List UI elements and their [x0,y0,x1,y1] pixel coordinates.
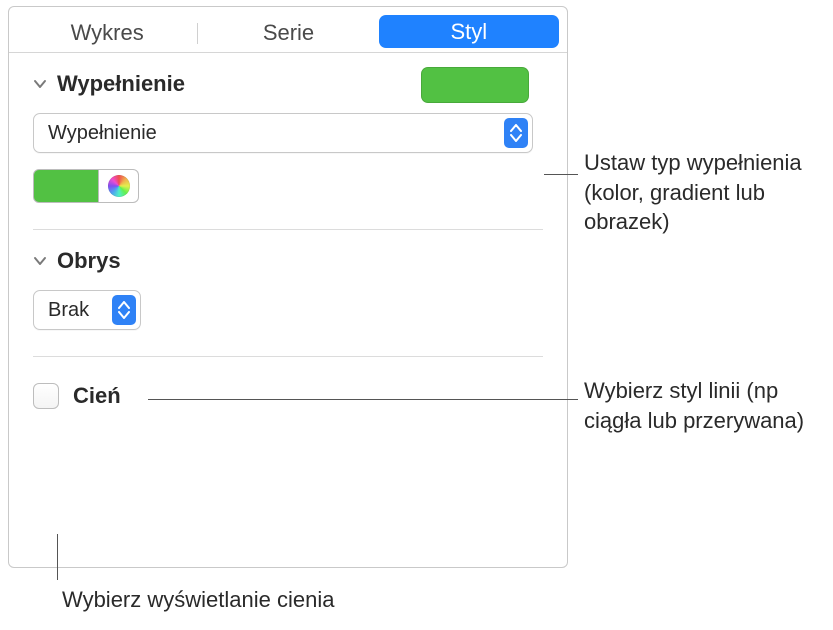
callout-stroke-style-text: Wybierz styl linii (np ciągła lub przery… [584,378,804,433]
tab-series-label: Serie [263,20,314,46]
shadow-label: Cień [73,383,121,409]
stroke-section-title: Obrys [57,248,121,274]
popup-stepper-icon [504,118,528,148]
tab-chart[interactable]: Wykres [17,13,197,52]
inspector-panel: Wykres Serie Styl Wypełnienie Wypełnieni… [8,6,568,568]
tab-style[interactable]: Styl [379,15,559,48]
tab-style-label: Styl [450,19,487,45]
callout-leader-line [148,399,578,400]
fill-type-popup[interactable]: Wypełnienie [33,113,533,153]
popup-stepper-icon [112,295,136,325]
tab-series[interactable]: Serie [198,13,378,52]
callout-fill-type: Ustaw typ wypełnienia (kolor, gradient l… [584,148,820,237]
fill-type-popup-label: Wypełnienie [48,122,504,145]
fill-color-row [33,169,543,203]
callout-shadow-text: Wybierz wyświetlanie cienia [62,587,334,612]
callout-stroke-style: Wybierz styl linii (np ciągła lub przery… [584,376,820,435]
fill-color-swatch[interactable] [33,169,99,203]
callout-shadow: Wybierz wyświetlanie cienia [62,585,334,615]
fill-section-header: Wypełnienie [33,71,543,97]
stroke-style-popup-label: Brak [48,299,112,322]
stroke-section-header: Obrys [33,248,543,274]
tab-chart-label: Wykres [71,20,144,46]
chevron-down-icon[interactable] [33,77,47,91]
callout-leader-line [544,174,578,175]
stroke-style-popup[interactable]: Brak [33,290,141,330]
shadow-section: Cień [9,357,567,409]
fill-section-title: Wypełnienie [57,71,185,97]
stroke-section: Obrys Brak [9,230,567,330]
chevron-down-icon[interactable] [33,254,47,268]
callout-leader-line [57,534,58,580]
fill-section: Wypełnienie Wypełnienie [9,53,567,203]
tab-bar: Wykres Serie Styl [9,7,567,53]
shadow-checkbox[interactable] [33,383,59,409]
callout-fill-type-text: Ustaw typ wypełnienia (kolor, gradient l… [584,150,802,234]
color-wheel-icon [108,175,130,197]
fill-preview-swatch[interactable] [421,67,529,103]
color-picker-button[interactable] [99,169,139,203]
